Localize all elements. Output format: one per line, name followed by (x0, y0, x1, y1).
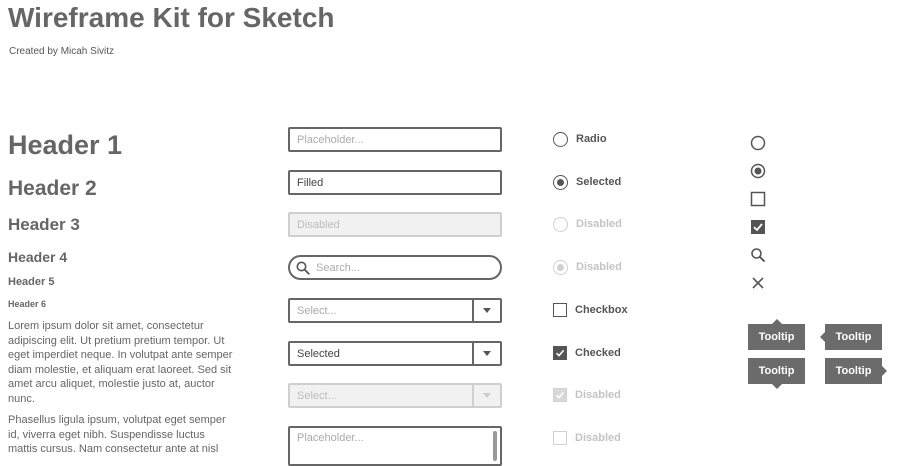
radio-disabled-label: Disabled (576, 218, 622, 230)
radio-option-disabled: Disabled (553, 216, 622, 232)
header-2: Header 2 (8, 177, 97, 200)
checkbox-checked-label: Checked (575, 347, 621, 359)
radio-option-selected[interactable]: Selected (553, 174, 621, 190)
header-1: Header 1 (8, 130, 123, 160)
header-5: Header 5 (8, 276, 55, 288)
select-placeholder[interactable]: Select... (288, 298, 502, 323)
textarea-placeholder-text: Placeholder... (297, 432, 364, 444)
tooltip-top-arrow: Tooltip (748, 319, 805, 350)
checkbox-label: Checkbox (575, 304, 628, 316)
page-subtitle: Created by Micah Sivitz (9, 46, 115, 57)
radio-option-selected-disabled: Disabled (553, 259, 622, 275)
input-value-text: Filled (297, 176, 324, 189)
select-arrow-button[interactable] (472, 300, 500, 321)
header-6: Header 6 (8, 299, 47, 309)
checkbox-disabled-label: Disabled (575, 432, 621, 444)
select-disabled: Select... (288, 383, 502, 408)
radio-empty-icon (553, 216, 568, 232)
checkbox-option-checked[interactable]: Checked (553, 345, 621, 361)
chevron-down-icon (483, 393, 491, 398)
search-icon (296, 261, 310, 275)
textarea-input[interactable]: Placeholder... (288, 426, 502, 466)
tooltip-left-arrow: Tooltip (820, 324, 882, 350)
chevron-down-icon (483, 351, 491, 356)
header-3: Header 3 (8, 215, 80, 234)
radio-filled-icon (553, 259, 568, 275)
select-arrow-button[interactable] (472, 343, 500, 364)
checkbox-option-checked-disabled: Disabled (553, 387, 621, 403)
text-input-filled[interactable]: Filled (288, 170, 502, 195)
checkbox-empty-icon (553, 431, 567, 445)
textarea-scrollbar[interactable] (493, 431, 497, 461)
checkbox-option-disabled: Disabled (553, 430, 621, 446)
search-icon[interactable] (750, 247, 766, 263)
checkbox-option[interactable]: Checkbox (553, 302, 628, 318)
radio-empty-icon (553, 131, 568, 147)
checkbox-checked-icon (553, 388, 567, 402)
radio-option[interactable]: Radio (553, 131, 607, 147)
text-input-disabled: Disabled (288, 212, 502, 237)
checkbox-checked-disabled-label: Disabled (575, 389, 621, 401)
checkbox-checked-icon[interactable] (750, 219, 766, 235)
select-arrow-disabled (472, 385, 500, 406)
page-title: Wireframe Kit for Sketch (8, 2, 335, 33)
body-paragraph: Lorem ipsum dolor sit amet, consectetur … (8, 320, 233, 405)
select-selected[interactable]: Selected (288, 341, 502, 366)
checkbox-empty-icon[interactable] (750, 191, 766, 207)
search-placeholder-text: Search... (316, 261, 361, 274)
input-placeholder-text: Placeholder... (297, 133, 364, 146)
radio-empty-icon[interactable] (750, 135, 766, 151)
select-placeholder-text: Select... (297, 304, 337, 317)
checkbox-checked-icon (553, 346, 567, 360)
header-4: Header 4 (8, 249, 68, 265)
select-disabled-text: Select... (297, 389, 337, 402)
input-disabled-text: Disabled (297, 218, 340, 231)
radio-filled-icon (553, 174, 568, 190)
tooltip-right-arrow: Tooltip (825, 358, 887, 384)
radio-selected-label: Selected (576, 176, 622, 188)
tooltip-bottom-arrow: Tooltip (748, 358, 805, 389)
close-icon[interactable] (750, 275, 766, 291)
checkbox-empty-icon (553, 303, 567, 317)
radio-filled-icon[interactable] (750, 163, 766, 179)
radio-label: Radio (576, 133, 607, 145)
select-value-text: Selected (297, 347, 340, 360)
chevron-down-icon (483, 308, 491, 313)
text-input-placeholder[interactable]: Placeholder... (288, 127, 502, 152)
search-input[interactable]: Search... (288, 255, 502, 280)
radio-selected-disabled-label: Disabled (576, 261, 622, 273)
